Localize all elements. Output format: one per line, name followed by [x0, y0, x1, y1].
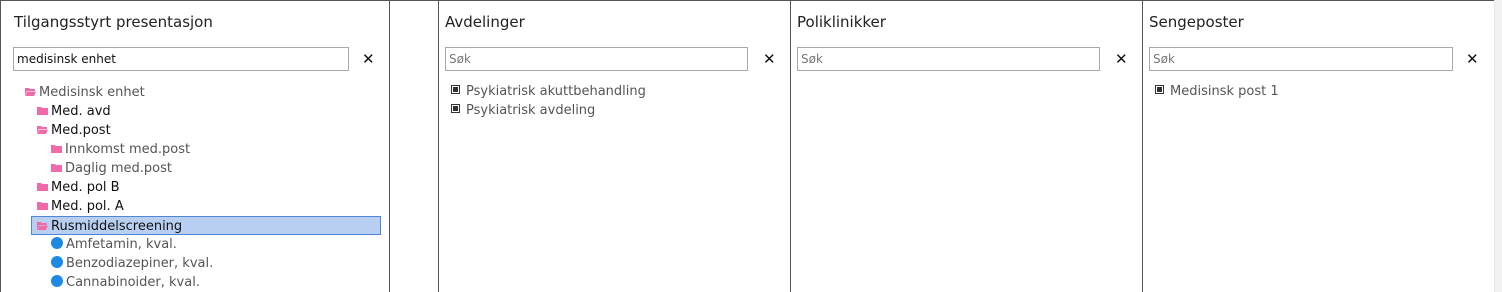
tree-leaf[interactable]: Amfetamin, kval.	[51, 235, 177, 254]
tree-leaf[interactable]: Benzodiazepiner, kval.	[51, 254, 213, 273]
tree-label: Benzodiazepiner, kval.	[66, 256, 214, 271]
poliklinikker-search-input[interactable]	[797, 47, 1100, 71]
clear-search-icon[interactable]: ✕	[1466, 50, 1479, 68]
checkbox-icon[interactable]	[451, 104, 460, 113]
checkbox-icon[interactable]	[1155, 85, 1164, 94]
panel-title: Poliklinikker	[797, 13, 886, 31]
tree-node[interactable]: Med. pol. A	[37, 197, 124, 216]
tilgang-panel: Tilgangsstyrt presentasjon ✕ Medisinsk e…	[1, 1, 390, 292]
tree-leaf[interactable]: Cannabinoider, kval.	[51, 273, 200, 292]
checkbox-icon[interactable]	[451, 85, 460, 94]
tree-label: Amfetamin, kval.	[66, 237, 177, 252]
clear-search-icon[interactable]: ✕	[362, 50, 375, 68]
folder-icon	[37, 202, 48, 210]
avdelinger-panel: Avdelinger ✕ Psykiatrisk akuttbehandling…	[439, 1, 791, 292]
folder-open-icon	[37, 222, 48, 230]
folder-open-icon	[25, 88, 36, 96]
avdelinger-search-input[interactable]	[445, 47, 748, 71]
sengeposter-search-input[interactable]	[1149, 47, 1453, 71]
tree-label: Med. pol B	[51, 180, 120, 195]
tree-label: Med.post	[51, 123, 111, 138]
tree-label: Cannabinoider, kval.	[66, 275, 200, 290]
tree-label: Daglig med.post	[65, 161, 172, 176]
folder-open-icon	[37, 126, 48, 134]
tree-node[interactable]: Med.post	[37, 121, 111, 140]
tree-label: Innkomst med.post	[65, 142, 191, 157]
tree-label: Rusmiddelscreening	[51, 219, 183, 234]
poliklinikker-panel: Poliklinikker ✕	[791, 1, 1143, 292]
folder-icon	[37, 107, 48, 115]
tree-node[interactable]: Innkomst med.post	[51, 140, 190, 159]
panel-title: Sengeposter	[1149, 13, 1244, 31]
folder-icon	[51, 164, 62, 172]
tree-label: Medisinsk enhet	[39, 85, 145, 100]
panel-title: Tilgangsstyrt presentasjon	[14, 13, 213, 31]
test-dot-icon	[51, 237, 63, 249]
tree-node[interactable]: Rusmiddelscreening	[31, 216, 381, 235]
panel-title: Avdelinger	[445, 13, 525, 31]
spacer-panel	[390, 1, 439, 292]
tree-node[interactable]: Daglig med.post	[51, 159, 172, 178]
folder-icon	[37, 183, 48, 191]
vertical-scrollbar[interactable]	[1494, 0, 1502, 292]
list-item[interactable]: Psykiatrisk avdeling	[451, 101, 595, 120]
test-dot-icon	[51, 256, 63, 268]
sengeposter-panel: Sengeposter ✕ Medisinsk post 1	[1143, 1, 1494, 292]
clear-search-icon[interactable]: ✕	[1115, 50, 1128, 68]
tree-label: Med. avd	[51, 104, 111, 119]
folder-icon	[51, 145, 62, 153]
tilgang-search-input[interactable]	[13, 47, 349, 71]
list-item[interactable]: Psykiatrisk akuttbehandling	[451, 82, 646, 101]
tree-node[interactable]: Medisinsk enhet	[25, 83, 145, 102]
tree-node[interactable]: Med. pol B	[37, 178, 120, 197]
clear-search-icon[interactable]: ✕	[763, 50, 776, 68]
tree-label: Med. pol. A	[51, 199, 124, 214]
tree-node[interactable]: Med. avd	[37, 102, 111, 121]
test-dot-icon	[51, 275, 63, 287]
list-item[interactable]: Medisinsk post 1	[1155, 82, 1279, 101]
